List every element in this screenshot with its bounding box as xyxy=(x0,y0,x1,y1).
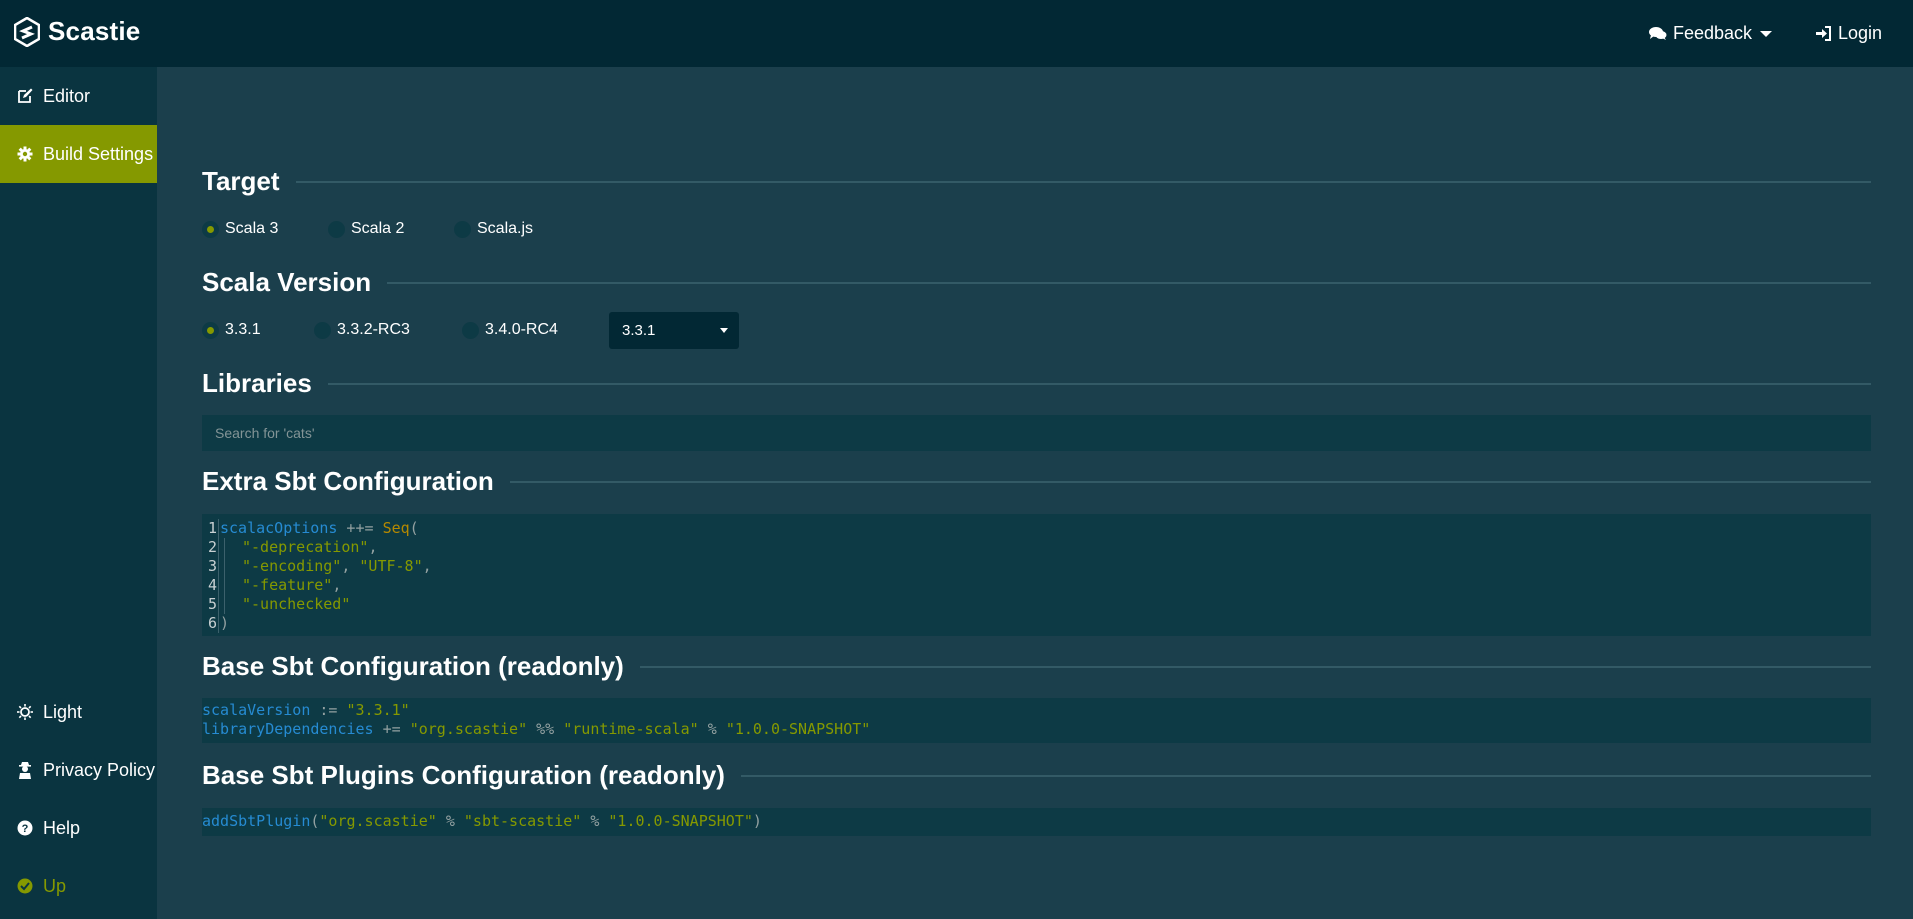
code-line: 5 "-unchecked" xyxy=(202,595,1871,614)
user-secret-icon xyxy=(16,761,34,779)
scastie-logo[interactable]: Scastie xyxy=(14,16,140,47)
feedback-dropdown[interactable]: Feedback xyxy=(1649,0,1773,67)
sidebar-item-label: Help xyxy=(43,817,81,838)
server-status-up[interactable]: Up xyxy=(0,857,157,915)
radio-indicator xyxy=(202,220,219,238)
section-title: Libraries xyxy=(202,368,312,398)
code-line: 4 "-feature", xyxy=(202,576,1871,595)
check-circle-icon xyxy=(16,877,34,895)
radio-label: Scala 2 xyxy=(351,220,405,237)
base-plugins-readonly: addSbtPlugin("org.scastie" % "sbt-scasti… xyxy=(202,808,1871,836)
login-label: Login xyxy=(1838,23,1883,43)
section-scala-version: Scala Version xyxy=(202,267,1871,298)
base-sbt-readonly: scalaVersion := "3.3.1" libraryDependenc… xyxy=(202,698,1871,743)
radio-label: Scala 3 xyxy=(225,220,279,237)
gear-icon xyxy=(16,145,34,163)
login-button[interactable]: Login xyxy=(1815,0,1882,67)
line-number: 5 xyxy=(202,595,219,614)
radio-version-3-3-1[interactable]: 3.3.1 xyxy=(202,321,314,339)
radio-indicator xyxy=(314,321,331,339)
sidebar-item-editor[interactable]: Editor xyxy=(0,67,157,125)
code-line: 2 "-deprecation", xyxy=(202,538,1871,557)
question-circle-icon: ? xyxy=(16,819,34,837)
radio-target-scala3[interactable]: Scala 3 xyxy=(202,220,328,238)
line-number: 2 xyxy=(202,538,219,557)
caret-down-icon xyxy=(720,328,728,333)
line-number: 1 xyxy=(202,519,219,538)
code-line: addSbtPlugin("org.scastie" % "sbt-scasti… xyxy=(202,812,762,830)
caret-down-icon xyxy=(1760,30,1773,37)
code-line: libraryDependencies += "org.scastie" %% … xyxy=(202,720,871,738)
radio-indicator xyxy=(328,220,345,238)
scastie-logo-icon xyxy=(14,16,40,47)
build-settings-panel: Target Scala 3 Scala 2 Scala.js Scala Ve… xyxy=(157,67,1913,919)
sidebar-item-build-settings[interactable]: Build Settings xyxy=(0,125,157,183)
radio-target-scalajs[interactable]: Scala.js xyxy=(454,220,533,238)
svg-text:?: ? xyxy=(22,823,29,835)
radio-indicator xyxy=(462,321,479,339)
radio-version-3-3-2-rc3[interactable]: 3.3.2-RC3 xyxy=(314,321,462,339)
section-divider xyxy=(295,180,1871,183)
section-base-sbt: Base Sbt Configuration (readonly) xyxy=(202,651,1871,682)
edit-icon xyxy=(16,87,34,105)
sidebar-item-label: Light xyxy=(43,701,83,722)
code-line: 6 ) xyxy=(202,614,1871,633)
line-number: 3 xyxy=(202,557,219,576)
line-number: 4 xyxy=(202,576,219,595)
sun-icon xyxy=(16,703,34,721)
section-title: Scala Version xyxy=(202,267,372,297)
library-search-input[interactable] xyxy=(202,415,1871,451)
section-base-plugins: Base Sbt Plugins Configuration (readonly… xyxy=(202,760,1871,791)
section-target: Target xyxy=(202,166,1871,197)
radio-label: Scala.js xyxy=(477,220,534,237)
sign-in-icon xyxy=(1816,26,1831,41)
code-line: scalaVersion := "3.3.1" xyxy=(202,701,410,719)
section-title: Base Sbt Plugins Configuration (readonly… xyxy=(202,760,725,790)
code-line: 3 "-encoding", "UTF-8", xyxy=(202,557,1871,576)
radio-label: 3.3.2-RC3 xyxy=(337,321,410,338)
sidebar-item-label: Up xyxy=(43,875,67,896)
sidebar-item-label: Editor xyxy=(43,85,91,106)
section-divider xyxy=(387,281,1871,284)
sidebar-item-label: Build Settings xyxy=(43,143,154,164)
comments-icon xyxy=(1649,27,1667,40)
radio-label: 3.3.1 xyxy=(225,321,261,338)
section-title: Extra Sbt Configuration xyxy=(202,466,494,496)
sidebar: Editor Build Settings Light Privacy Poli… xyxy=(0,67,157,919)
scala-version-select[interactable]: 3.3.1 xyxy=(609,312,739,349)
section-extra-sbt: Extra Sbt Configuration xyxy=(202,466,1871,497)
section-divider xyxy=(509,480,1871,483)
section-title: Target xyxy=(202,166,280,196)
feedback-label: Feedback xyxy=(1673,23,1753,43)
radio-indicator xyxy=(454,220,471,238)
radio-target-scala2[interactable]: Scala 2 xyxy=(328,220,454,238)
extra-sbt-editor[interactable]: 1 scalacOptions ++= Seq( 2 "-deprecation… xyxy=(202,514,1871,636)
radio-version-3-4-0-rc4[interactable]: 3.4.0-RC4 xyxy=(462,321,558,339)
section-libraries: Libraries xyxy=(202,368,1871,399)
radio-label: 3.4.0-RC4 xyxy=(485,321,558,338)
select-value: 3.3.1 xyxy=(622,322,656,339)
section-divider xyxy=(740,774,1871,777)
sidebar-item-label: Privacy Policy xyxy=(43,759,156,780)
target-radio-group: Scala 3 Scala 2 Scala.js xyxy=(202,220,533,238)
brand-name: Scastie xyxy=(48,16,141,46)
code-line: 1 scalacOptions ++= Seq( xyxy=(202,519,1871,538)
top-navbar: Scastie Feedback Login xyxy=(0,0,1913,67)
section-divider xyxy=(327,382,1871,385)
section-title: Base Sbt Configuration (readonly) xyxy=(202,651,624,681)
scala-version-radio-group: 3.3.1 3.3.2-RC3 3.4.0-RC4 xyxy=(202,321,558,339)
section-divider xyxy=(639,665,1871,668)
radio-indicator xyxy=(202,321,219,339)
line-number: 6 xyxy=(202,614,219,633)
sidebar-item-help[interactable]: ? Help xyxy=(0,799,157,857)
sidebar-item-privacy-policy[interactable]: Privacy Policy xyxy=(0,741,157,799)
theme-toggle-light[interactable]: Light xyxy=(0,683,157,741)
